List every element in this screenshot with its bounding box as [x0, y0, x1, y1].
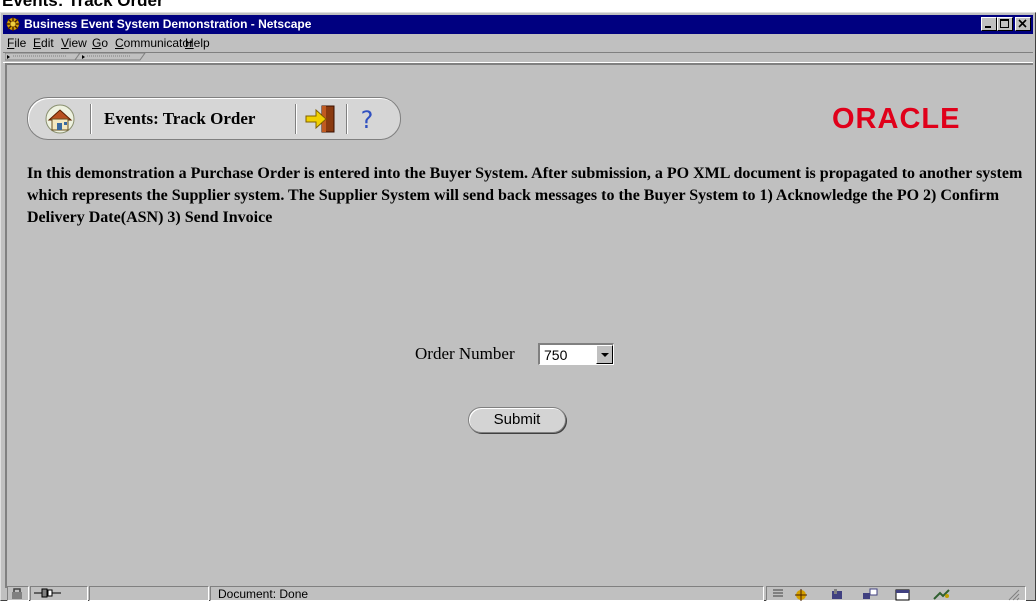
help-icon: ?	[361, 106, 374, 134]
minimize-icon	[985, 26, 991, 28]
menu-help[interactable]: Help	[185, 36, 210, 50]
mail-icon[interactable]	[829, 588, 847, 601]
submit-button[interactable]: Submit	[468, 407, 566, 433]
maximize-icon	[1000, 19, 1009, 28]
collapsed-toolbar-tabs[interactable]	[3, 52, 1033, 63]
app-toolbar: Events: Track Order ?	[27, 97, 401, 140]
window-title: Business Event System Demonstration - Ne…	[24, 17, 312, 31]
order-number-select[interactable]: 750	[538, 343, 614, 365]
home-button[interactable]	[40, 103, 80, 135]
menu-bar: File Edit View Go Communicator Help	[3, 34, 1033, 52]
menu-view[interactable]: View	[61, 36, 87, 50]
status-bar: Document: Done	[3, 586, 1033, 602]
resize-grip-icon[interactable]	[1007, 588, 1021, 601]
home-icon	[45, 104, 75, 134]
svg-text:?: ?	[361, 106, 374, 134]
composer-icon[interactable]	[894, 588, 912, 601]
maximize-button[interactable]	[997, 17, 1013, 31]
navigator-icon[interactable]	[771, 588, 785, 600]
toolbar-grip-icon	[5, 53, 146, 61]
browser-window: Business Event System Demonstration - Ne…	[0, 12, 1036, 601]
netscape-app-icon	[6, 17, 20, 31]
title-bar: Business Event System Demonstration - Ne…	[3, 15, 1033, 34]
minimize-button[interactable]	[981, 17, 997, 31]
progress-cell	[89, 586, 209, 601]
component-bar	[766, 586, 1026, 601]
exit-button[interactable]	[304, 102, 338, 136]
toolbar-title: Events: Track Order	[104, 109, 256, 128]
help-button[interactable]: ?	[352, 104, 382, 134]
menu-file[interactable]: File	[7, 36, 26, 50]
exit-door-icon	[305, 105, 335, 133]
navigator-wheel-icon[interactable]	[793, 588, 809, 601]
signal-icon[interactable]	[932, 588, 952, 601]
oracle-logo: ORACLE	[832, 103, 961, 135]
menu-go[interactable]: Go	[92, 36, 108, 50]
page-content: Events: Track Order ? ORACLE In this dem…	[5, 63, 1033, 588]
menu-edit[interactable]: Edit	[33, 36, 54, 50]
order-number-value: 750	[544, 347, 568, 363]
close-button[interactable]	[1015, 17, 1031, 31]
discussion-icon[interactable]	[861, 588, 879, 601]
page-caption: Events: Track Order	[0, 0, 1036, 12]
menu-communicator[interactable]: Communicator	[115, 36, 193, 50]
security-lock-icon	[12, 588, 22, 599]
close-icon	[1018, 19, 1027, 28]
intro-paragraph: In this demonstration a Purchase Order i…	[27, 165, 1023, 226]
chevron-down-icon[interactable]	[596, 345, 613, 364]
order-number-label: Order Number	[415, 344, 515, 363]
connection-cell	[30, 586, 88, 601]
status-text: Document: Done	[218, 587, 309, 601]
security-cell[interactable]	[7, 586, 29, 601]
connection-icon	[34, 588, 61, 598]
